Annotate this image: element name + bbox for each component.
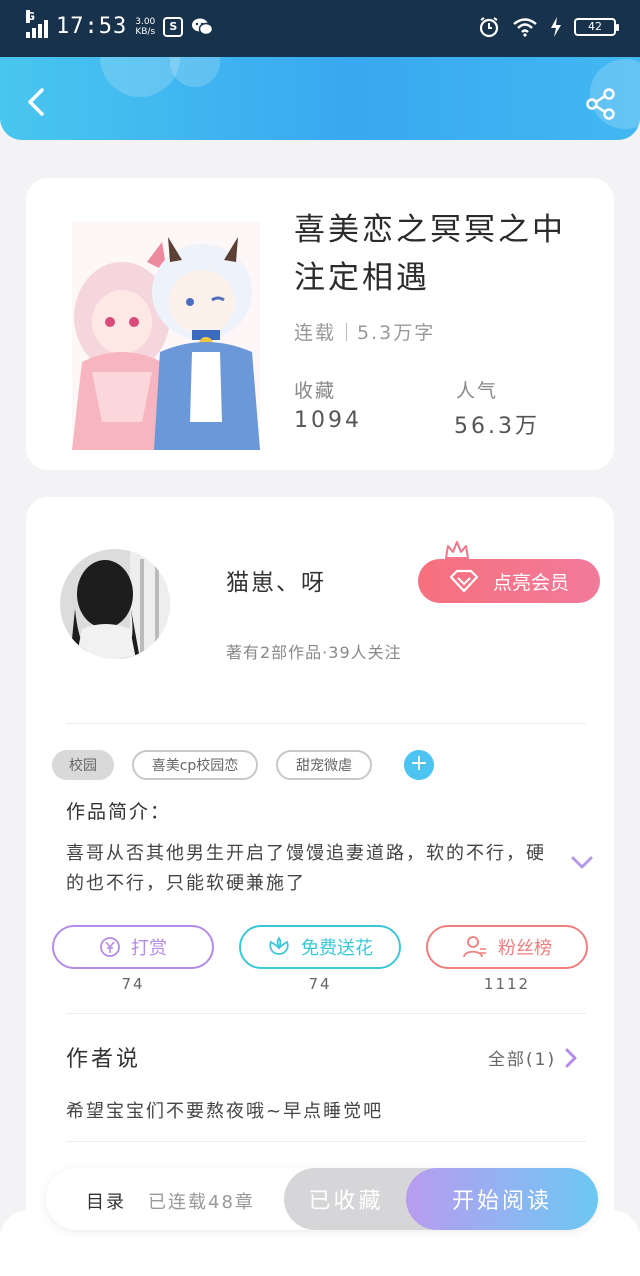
- fan-rank-button[interactable]: 粉丝榜: [426, 925, 588, 969]
- tag-item[interactable]: 甜宠微虐: [276, 750, 372, 780]
- chapter-count[interactable]: 已连载48章: [148, 1188, 255, 1214]
- book-status: 连载: [294, 322, 337, 344]
- signal-icon: G: [26, 9, 48, 38]
- book-cover-image[interactable]: [72, 222, 260, 450]
- app-notification-icon: S: [163, 16, 184, 37]
- book-word-count: 5.3万字: [357, 322, 436, 344]
- favorites-label: 收藏: [294, 380, 337, 402]
- start-reading-label: 开始阅读: [451, 1189, 552, 1214]
- intro-text: 喜哥从否其他男生开启了馒馒追妻道路，软的不行，硬的也不行，只能软硬兼施了: [66, 843, 546, 894]
- share-icon[interactable]: [584, 87, 618, 121]
- meta-divider: [346, 322, 348, 341]
- author-detail-card: 猫崽、呀 著有2部作品·39人关注 点亮会员 校园 喜美cp校园恋 甜宠微虐 +…: [26, 497, 614, 1257]
- fan-user-icon: [463, 936, 486, 958]
- decor-bubble: [100, 57, 180, 97]
- vip-button[interactable]: 点亮会员: [418, 559, 600, 603]
- crown-icon: [445, 541, 469, 559]
- book-info-card: 喜美恋之冥冥之中注定相遇 连载 5.3万字 收藏 1094 人气 56.3万: [26, 178, 614, 470]
- tip-count: 74: [121, 975, 145, 993]
- net-speed-unit: KB/s: [135, 26, 156, 37]
- fan-rank-count: 1112: [483, 975, 531, 993]
- divider: [66, 1013, 586, 1014]
- author-name[interactable]: 猫崽、呀: [226, 563, 326, 597]
- clock: 17:53: [56, 14, 128, 39]
- wifi-icon: [513, 18, 537, 37]
- collected-label: 已收藏: [308, 1189, 384, 1214]
- back-icon[interactable]: [22, 87, 52, 117]
- author-summary: 著有2部作品·39人关注: [226, 643, 402, 662]
- coin-icon: [100, 937, 120, 957]
- alarm-icon: [479, 17, 499, 38]
- tip-button-label: 打赏: [131, 938, 167, 959]
- divider: [66, 1141, 586, 1142]
- author-says-title: 作者说: [66, 1047, 142, 1072]
- intro-title: 作品简介：: [66, 801, 172, 823]
- tag-item[interactable]: 校园: [52, 750, 114, 780]
- author-says-all-link[interactable]: 全部(1): [488, 1045, 578, 1070]
- add-tag-button[interactable]: +: [404, 750, 434, 780]
- author-says-text: 希望宝宝们不要熬夜哦~早点睡觉吧: [66, 1101, 384, 1122]
- net-speed-value: 3.00: [135, 16, 156, 27]
- net-speed: 3.00 KB/s: [135, 17, 155, 37]
- flower-count: 74: [308, 975, 332, 993]
- decor-bubble: [170, 57, 220, 87]
- author-avatar[interactable]: [60, 549, 170, 659]
- vip-button-label: 点亮会员: [492, 571, 569, 594]
- diamond-icon: [449, 569, 479, 593]
- send-flower-button[interactable]: 免费送花: [239, 925, 401, 969]
- popularity-value: 56.3万: [454, 414, 540, 439]
- book-title: 喜美恋之冥冥之中注定相遇: [294, 212, 566, 296]
- tip-button[interactable]: 打赏: [52, 925, 214, 969]
- divider: [66, 723, 586, 724]
- popularity-label: 人气: [456, 380, 499, 402]
- favorites-value: 1094: [294, 408, 362, 433]
- bottom-action-bar: 目录 已连载48章 已收藏 开始阅读: [46, 1168, 598, 1230]
- top-header: [0, 57, 640, 140]
- status-bar: G 17:53 3.00 KB/s S 42: [0, 0, 640, 57]
- fan-rank-label: 粉丝榜: [498, 938, 552, 959]
- network-type: G: [26, 9, 36, 23]
- chevron-right-icon: [565, 1048, 577, 1067]
- charging-icon: [551, 17, 561, 37]
- book-meta: 连载 5.3万字: [294, 318, 435, 345]
- flower-icon: [269, 936, 289, 955]
- battery-indicator: 42: [574, 18, 619, 36]
- toc-button[interactable]: 目录: [86, 1188, 126, 1214]
- author-says-all-label: 全部(1): [488, 1050, 557, 1070]
- start-reading-button[interactable]: 开始阅读: [406, 1168, 598, 1230]
- chevron-down-icon[interactable]: [570, 855, 594, 871]
- tag-item[interactable]: 喜美cp校园恋: [132, 750, 258, 780]
- wechat-icon: [192, 18, 214, 35]
- send-flower-label: 免费送花: [301, 938, 373, 959]
